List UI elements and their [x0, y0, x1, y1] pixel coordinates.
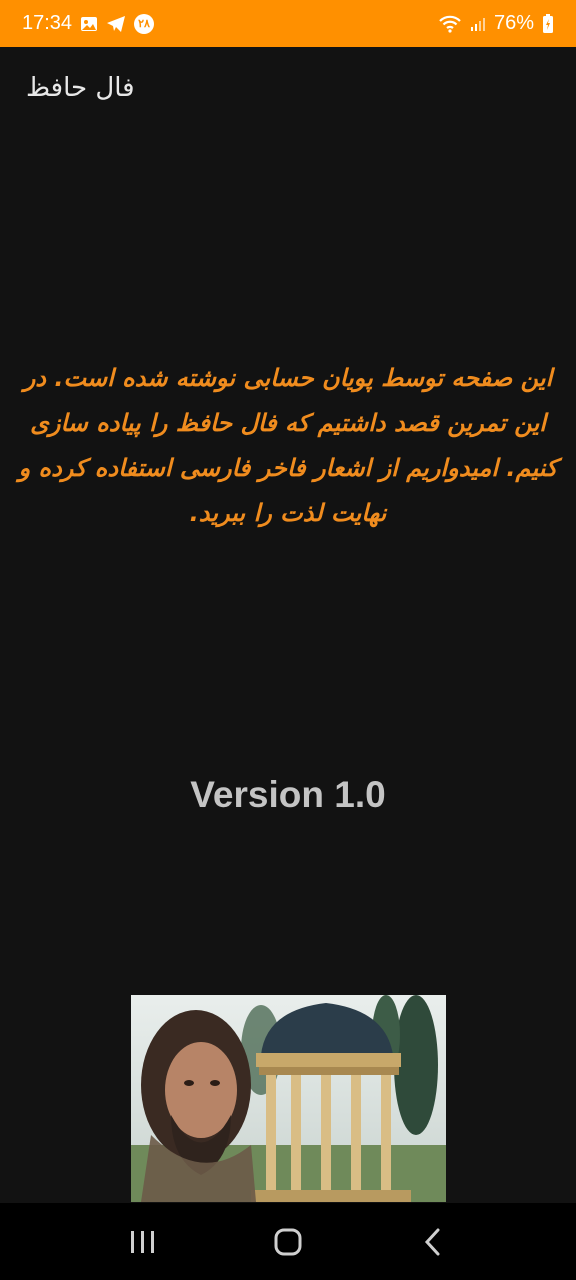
navigation-bar: [0, 1203, 576, 1280]
app-bar: فال حافظ: [0, 47, 576, 137]
recents-icon: [130, 1230, 154, 1253]
recents-button[interactable]: [118, 1217, 168, 1267]
signal-icon: [470, 16, 486, 32]
badge-icon: ۲۸: [134, 13, 155, 34]
version-label: Version 1.0: [190, 774, 386, 815]
battery-percent: 76%: [493, 12, 534, 34]
home-button[interactable]: [263, 1217, 313, 1267]
status-right: 76%: [438, 12, 554, 35]
about-text: این صفحه توسط پویان حسابی نوشته شده است.…: [18, 364, 558, 527]
status-bar: 17:34 ۲۸ 76%: [0, 0, 576, 47]
hafez-image: [131, 995, 446, 1202]
home-icon: [274, 1228, 302, 1255]
back-button[interactable]: [408, 1217, 458, 1267]
status-time: 17:34: [22, 12, 73, 34]
battery-icon: [542, 13, 554, 34]
wifi-icon: [438, 15, 462, 33]
image-icon: [80, 16, 98, 32]
back-icon: [425, 1228, 440, 1255]
status-left: 17:34 ۲۸: [22, 12, 155, 35]
app-title: فال حافظ: [26, 73, 135, 103]
telegram-icon: [106, 15, 126, 33]
